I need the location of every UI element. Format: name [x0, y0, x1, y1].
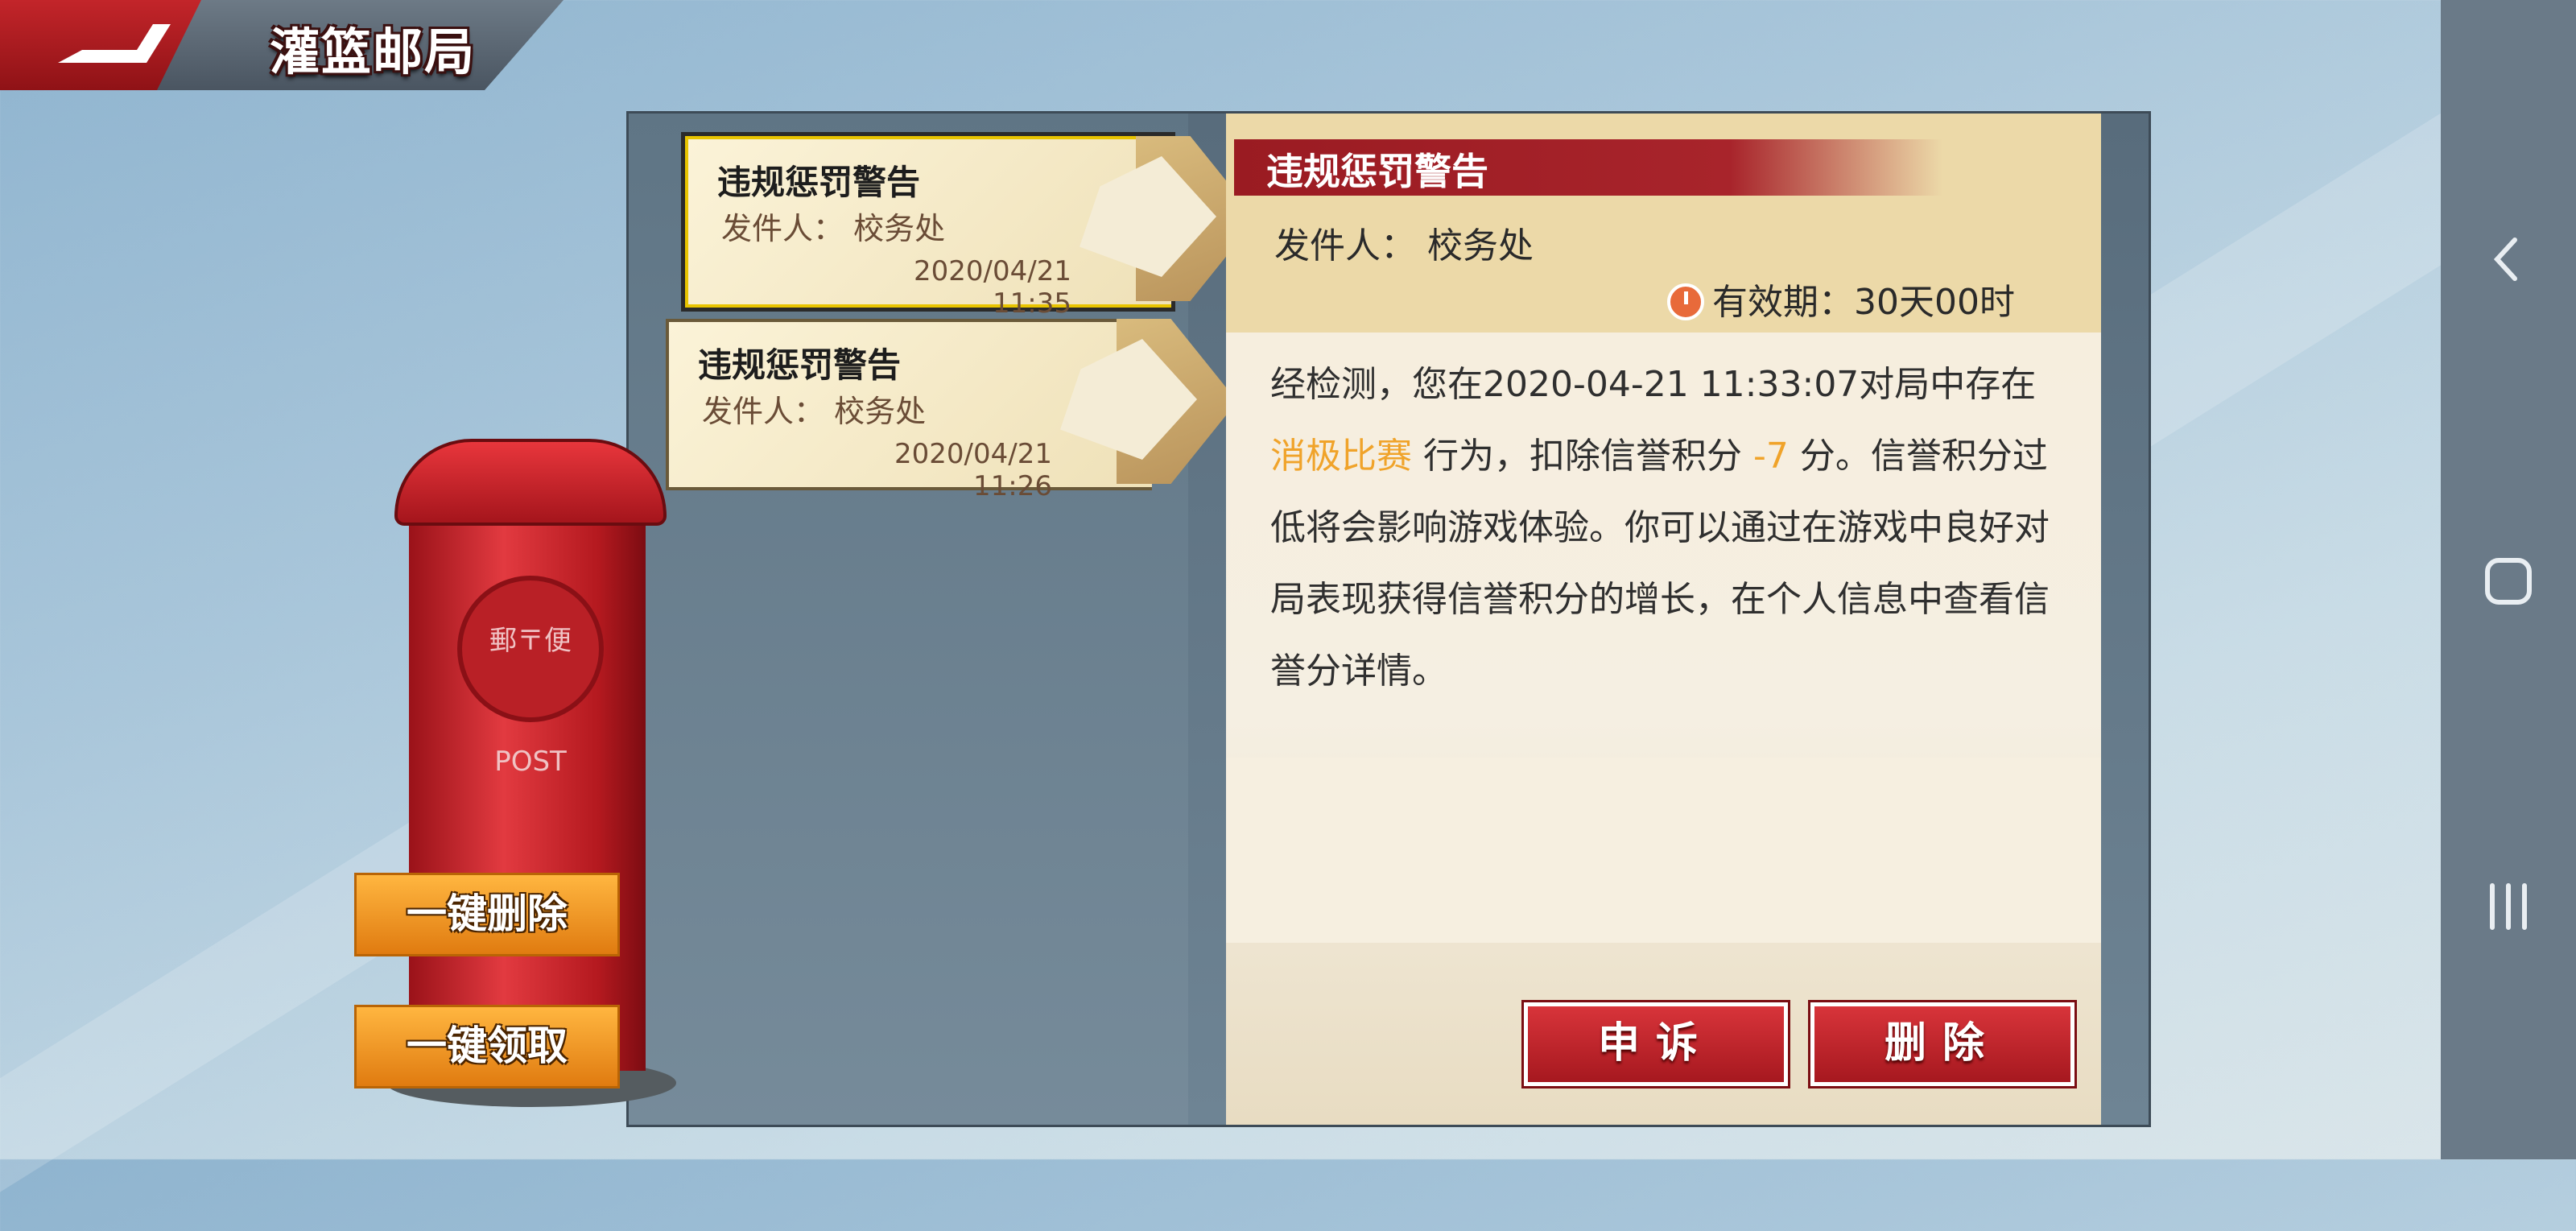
mail-sender-name: 校务处	[834, 394, 927, 429]
body-highlight-behavior: 消极比赛	[1270, 436, 1412, 477]
mail-detail-sender-name: 校务处	[1427, 225, 1534, 266]
home-square-icon[interactable]	[2481, 554, 2536, 609]
recents-lines-icon[interactable]	[2481, 879, 2536, 934]
mail-date: 2020/04/21 11:35	[914, 255, 1071, 320]
mail-attachment-area	[1226, 758, 2101, 943]
mail-date: 2020/04/21 11:26	[894, 438, 1052, 502]
postbox-emblem: 郵〒便 POST	[457, 576, 604, 778]
mail-sender-label: 发件人：	[721, 211, 844, 246]
collect-all-button[interactable]: 一键领取	[354, 1005, 620, 1088]
mail-sender-name: 校务处	[853, 211, 946, 246]
validity: 有效期：30天00时	[1667, 273, 2015, 324]
body-text: 行为，扣除信誉积分	[1412, 436, 1753, 477]
appeal-button[interactable]: 申诉	[1524, 1002, 1788, 1086]
mail-detail-sender: 发件人： 校务处	[1274, 217, 1534, 268]
system-nav-bar	[2441, 0, 2576, 1159]
postbox-top	[394, 439, 667, 526]
delete-all-button[interactable]: 一键删除	[354, 873, 620, 956]
clock-icon	[1667, 283, 1704, 320]
body-highlight-points: -7	[1752, 436, 1789, 477]
mail-title: 违规惩罚警告	[698, 345, 902, 385]
mail-detail-body: 经检测，您在2020-04-21 11:33:07对局中存在 消极比赛 行为，扣…	[1270, 349, 2067, 707]
mail-title: 违规惩罚警告	[717, 163, 921, 202]
mail-sender: 发件人： 校务处	[721, 204, 945, 248]
page-title: 灌篮邮局	[270, 23, 477, 81]
mail-list: 违规惩罚警告 发件人： 校务处 2020/04/21 11:35 违规惩罚警告 …	[629, 114, 1257, 1125]
mail-detail-sender-label: 发件人：	[1274, 225, 1416, 266]
mail-list-item[interactable]: 违规惩罚警告 发件人： 校务处 2020/04/21 11:26	[666, 319, 1237, 502]
mail-detail-title: 违规惩罚警告	[1266, 150, 1488, 193]
mail-sender-label: 发件人：	[702, 394, 825, 429]
mail-sender: 发件人： 校务处	[702, 386, 926, 431]
delete-button[interactable]: 删除	[1810, 1002, 2074, 1086]
mail-panel: 违规惩罚警告 发件人： 校务处 2020/04/21 11:35 违规惩罚警告 …	[626, 111, 2151, 1127]
mail-list-item[interactable]: 违规惩罚警告 发件人： 校务处 2020/04/21 11:35	[685, 136, 1257, 320]
mail-detail: 违规惩罚警告 发件人： 校务处 有效期：30天00时 经检测，您在2020-04…	[1226, 114, 2101, 1125]
validity-label: 有效期：	[1712, 282, 1854, 323]
validity-value: 30天00时	[1854, 282, 2015, 323]
back-chevron-icon[interactable]	[2481, 232, 2536, 287]
body-text: 经检测，您在2020-04-21 11:33:07对局中存在	[1270, 364, 2037, 405]
back-arrow-icon	[58, 24, 171, 63]
